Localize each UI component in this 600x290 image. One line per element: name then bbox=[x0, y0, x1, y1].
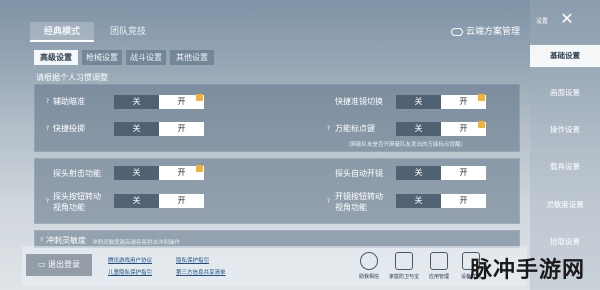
quick-scope-switch-label: 快捷准镜切换 bbox=[335, 97, 383, 106]
tab-other[interactable]: 其他设置 bbox=[170, 50, 214, 65]
tab-advanced[interactable]: 高级设置 bbox=[34, 50, 78, 65]
link-child-privacy[interactable]: 儿童隐私保护指引 bbox=[108, 268, 152, 276]
settings-label: 设置 bbox=[536, 18, 549, 25]
help-icon[interactable]: ? bbox=[44, 98, 51, 105]
badge-icon bbox=[196, 165, 203, 172]
toggle-on[interactable]: 开 bbox=[441, 121, 486, 136]
logout-label: 退出登录 bbox=[48, 260, 81, 269]
quick-scope-switch-toggle[interactable]: 关 开 bbox=[396, 94, 486, 109]
toggle-on-label: 开 bbox=[459, 124, 468, 133]
universal-marker-toggle[interactable]: 关 开 bbox=[396, 121, 486, 136]
peek-button-rotate-label-2: 视角功能 bbox=[53, 203, 85, 212]
help-icon[interactable]: ? bbox=[325, 198, 332, 205]
toggle-on[interactable]: 开 bbox=[159, 94, 204, 109]
aim-assist-toggle[interactable]: 关 开 bbox=[114, 94, 204, 109]
peek-auto-scope-toggle[interactable]: 关 开 bbox=[396, 166, 486, 180]
toggle-on-label: 开 bbox=[459, 97, 468, 106]
logout-button[interactable]: ▭ 退出登录 bbox=[26, 254, 92, 276]
tab-classic-mode[interactable]: 经典模式 bbox=[30, 22, 94, 42]
quick-throw-label: 快捷投掷 bbox=[53, 124, 85, 133]
shield-icon[interactable] bbox=[430, 252, 448, 270]
scope-button-rotate-toggle[interactable]: 关 开 bbox=[396, 194, 486, 208]
lock-icon[interactable] bbox=[395, 252, 413, 270]
tab-team-deathmatch[interactable]: 团队竞技 bbox=[96, 22, 160, 42]
scope-button-rotate-label-2: 视角功能 bbox=[335, 203, 367, 212]
sidebar-item-sensitivity[interactable]: 灵敏度设置 bbox=[530, 194, 600, 216]
cloud-scheme-button[interactable]: 云端方案管理 bbox=[450, 22, 520, 42]
badge-icon bbox=[478, 94, 485, 101]
sidebar-item-basic[interactable]: 基础设置 bbox=[530, 45, 600, 67]
scope-button-rotate-label-1: 开镜按钮转动 bbox=[335, 192, 383, 201]
sidebar-item-controls[interactable]: 操作设置 bbox=[530, 119, 600, 141]
lock-icon-label: 家庭防卫与宝 bbox=[388, 274, 419, 280]
aim-assist-label: 辅助瞄准 bbox=[53, 97, 85, 106]
badge-icon bbox=[478, 121, 485, 128]
bottom-bar bbox=[22, 246, 527, 286]
toggle-off[interactable]: 关 bbox=[396, 95, 441, 109]
badge-icon bbox=[196, 94, 203, 101]
peek-fire-label: 探头射击功能 bbox=[53, 169, 101, 178]
toggle-off[interactable]: 关 bbox=[114, 122, 159, 136]
quick-throw-toggle[interactable]: 关 开 bbox=[114, 122, 204, 136]
people-icon-label: 助我相信 bbox=[358, 274, 379, 280]
shield-icon-label: 应用管理 bbox=[428, 274, 449, 280]
toggle-on-label: 开 bbox=[177, 168, 186, 177]
mode-tab-bar: 经典模式 团队竞技 云端方案管理 bbox=[30, 22, 520, 42]
cloud-scheme-label: 云端方案管理 bbox=[465, 27, 520, 37]
toggle-off[interactable]: 关 bbox=[396, 166, 441, 180]
universal-marker-note: （屏蔽队友是否开屏蔽队友发出的万能标点提醒） bbox=[345, 142, 467, 148]
toggle-off[interactable]: 关 bbox=[114, 95, 159, 109]
toggle-on[interactable]: 开 bbox=[441, 194, 486, 208]
tab-weapon[interactable]: 枪械设置 bbox=[82, 50, 122, 65]
peek-button-rotate-label-1: 探头按钮转动 bbox=[53, 192, 101, 201]
recoil-sensitivity-label: 冲刺灵敏度 bbox=[46, 236, 86, 245]
toggle-on[interactable]: 开 bbox=[441, 166, 486, 180]
watermark: 脉冲手游网 bbox=[470, 258, 586, 283]
link-user-agreement[interactable]: 腾讯游戏用户协议 bbox=[108, 256, 152, 264]
people-icon[interactable] bbox=[360, 252, 378, 270]
chat-icon: ▭ bbox=[37, 260, 49, 269]
toggle-on[interactable]: 开 bbox=[159, 194, 204, 208]
tab-combat[interactable]: 战斗设置 bbox=[126, 50, 166, 65]
toggle-off[interactable]: 关 bbox=[396, 122, 441, 136]
section-hint: 请根据个人习惯调整 bbox=[36, 73, 108, 82]
help-icon[interactable]: ? bbox=[325, 125, 332, 132]
sidebar-item-graphics[interactable]: 画面设置 bbox=[530, 82, 600, 104]
recoil-sensitivity-note: 冲刺灵敏度越高越容易射击冲刺操作 bbox=[92, 240, 181, 246]
close-icon[interactable]: ✕ bbox=[558, 10, 576, 28]
link-privacy-guide[interactable]: 隐私保护指引 bbox=[176, 256, 209, 264]
help-icon[interactable]: ? bbox=[38, 237, 45, 244]
toggle-on[interactable]: 开 bbox=[159, 122, 204, 136]
universal-marker-label: 万能标点键 bbox=[335, 124, 375, 133]
sidebar-item-pickup[interactable]: 拾取设置 bbox=[530, 231, 600, 253]
toggle-on-label: 开 bbox=[177, 97, 186, 106]
cloud-icon bbox=[450, 27, 463, 36]
help-icon[interactable]: ? bbox=[44, 198, 51, 205]
link-third-party-list[interactable]: 第三方信息共享清单 bbox=[176, 268, 226, 276]
help-icon[interactable]: ? bbox=[44, 125, 51, 132]
toggle-off[interactable]: 关 bbox=[114, 166, 159, 180]
toggle-off[interactable]: 关 bbox=[114, 194, 159, 208]
peek-fire-toggle[interactable]: 关 开 bbox=[114, 165, 204, 180]
toggle-off[interactable]: 关 bbox=[396, 194, 441, 208]
peek-auto-scope-label: 探头自动开镜 bbox=[335, 169, 383, 178]
peek-button-rotate-toggle[interactable]: 关 开 bbox=[114, 194, 204, 208]
toggle-on[interactable]: 开 bbox=[441, 94, 486, 109]
sidebar-item-vehicle[interactable]: 载具设置 bbox=[530, 156, 600, 178]
toggle-on[interactable]: 开 bbox=[159, 165, 204, 180]
